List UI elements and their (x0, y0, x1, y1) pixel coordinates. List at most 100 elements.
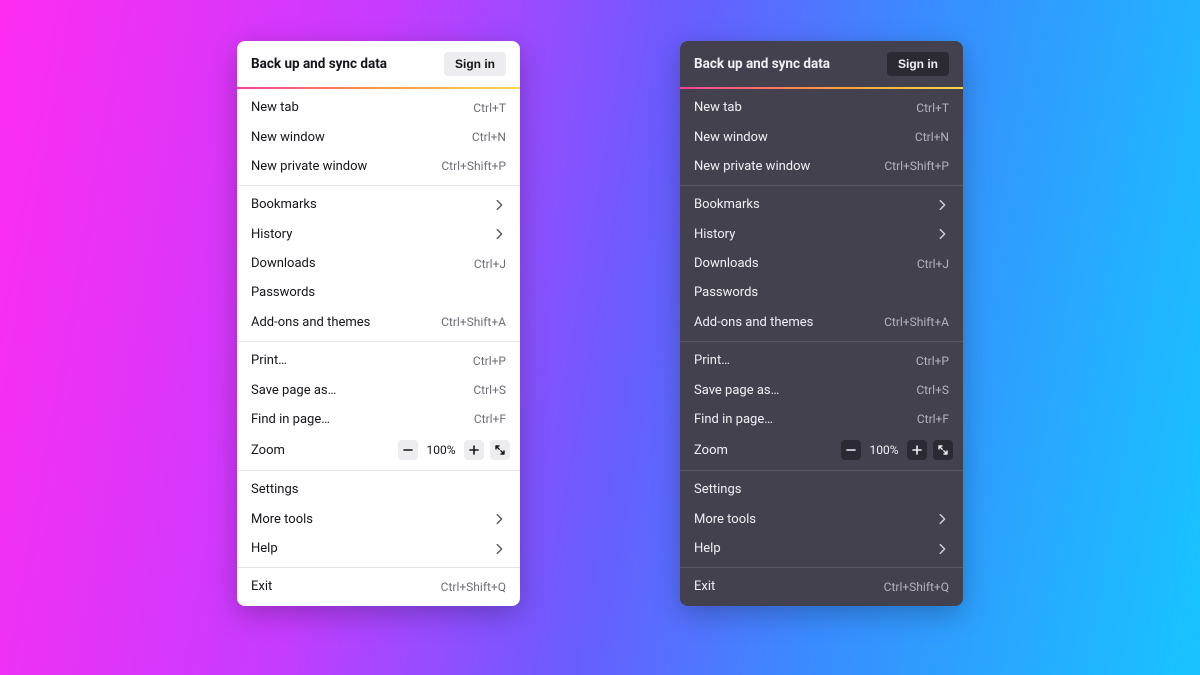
section-exit: Exit Ctrl+Shift+Q (680, 568, 963, 605)
save-page-as-item[interactable]: Save page as… Ctrl+S (237, 375, 520, 404)
chevron-right-icon (935, 542, 949, 556)
app-menu-dark: Back up and sync data Sign in New tab Ct… (680, 41, 963, 606)
item-label: Find in page… (251, 412, 330, 427)
zoom-out-button[interactable] (841, 440, 861, 460)
section-new: New tab Ctrl+T New window Ctrl+N New pri… (680, 89, 963, 185)
section-exit: Exit Ctrl+Shift+Q (237, 568, 520, 605)
item-label: Passwords (694, 285, 758, 300)
item-label: Settings (251, 482, 298, 497)
item-label: More tools (694, 512, 756, 527)
sign-in-button[interactable]: Sign in (887, 52, 949, 76)
new-window-item[interactable]: New window Ctrl+N (237, 122, 520, 151)
menu-header: Back up and sync data Sign in (237, 41, 520, 87)
item-label: Add-ons and themes (694, 315, 813, 330)
new-tab-item[interactable]: New tab Ctrl+T (237, 93, 520, 122)
section-library: Bookmarks History Downloads Ctrl+J Passw… (237, 186, 520, 341)
more-tools-item[interactable]: More tools (680, 505, 963, 534)
item-shortcut: Ctrl+T (473, 101, 506, 115)
history-item[interactable]: History (680, 220, 963, 249)
item-label: Help (251, 541, 278, 556)
zoom-in-button[interactable] (464, 440, 484, 460)
exit-item[interactable]: Exit Ctrl+Shift+Q (680, 572, 963, 601)
sign-in-button[interactable]: Sign in (444, 52, 506, 76)
item-label: New tab (694, 100, 742, 115)
app-menu-light: Back up and sync data Sign in New tab Ct… (237, 41, 520, 606)
bookmarks-item[interactable]: Bookmarks (680, 190, 963, 219)
chevron-right-icon (492, 227, 506, 241)
addons-item[interactable]: Add-ons and themes Ctrl+Shift+A (237, 308, 520, 337)
help-item[interactable]: Help (680, 534, 963, 563)
chevron-right-icon (935, 512, 949, 526)
item-label: Add-ons and themes (251, 315, 370, 330)
bookmarks-item[interactable]: Bookmarks (237, 190, 520, 219)
downloads-item[interactable]: Downloads Ctrl+J (237, 249, 520, 278)
print-item[interactable]: Print… Ctrl+P (237, 346, 520, 375)
item-shortcut: Ctrl+T (916, 101, 949, 115)
sync-title: Back up and sync data (694, 56, 830, 72)
item-label: New private window (251, 159, 367, 174)
settings-item[interactable]: Settings (237, 475, 520, 504)
item-label: More tools (251, 512, 313, 527)
passwords-item[interactable]: Passwords (237, 278, 520, 307)
help-item[interactable]: Help (237, 534, 520, 563)
fullscreen-button[interactable] (933, 440, 953, 460)
item-shortcut: Ctrl+Shift+A (884, 315, 949, 329)
item-shortcut: Ctrl+Shift+A (441, 315, 506, 329)
item-label: Passwords (251, 285, 315, 300)
item-label: New window (694, 130, 768, 145)
item-shortcut: Ctrl+P (473, 354, 506, 368)
settings-item[interactable]: Settings (680, 475, 963, 504)
item-shortcut: Ctrl+P (916, 354, 949, 368)
find-in-page-item[interactable]: Find in page… Ctrl+F (237, 405, 520, 434)
new-tab-item[interactable]: New tab Ctrl+T (680, 93, 963, 122)
history-item[interactable]: History (237, 220, 520, 249)
item-shortcut: Ctrl+N (915, 130, 949, 144)
exit-item[interactable]: Exit Ctrl+Shift+Q (237, 572, 520, 601)
item-label: History (694, 227, 735, 242)
addons-item[interactable]: Add-ons and themes Ctrl+Shift+A (680, 308, 963, 337)
section-page: Print… Ctrl+P Save page as… Ctrl+S Find … (680, 342, 963, 470)
new-window-item[interactable]: New window Ctrl+N (680, 122, 963, 151)
passwords-item[interactable]: Passwords (680, 278, 963, 307)
chevron-right-icon (492, 198, 506, 212)
item-shortcut: Ctrl+F (917, 412, 949, 426)
item-label: New tab (251, 100, 299, 115)
section-settings: Settings More tools Help (237, 471, 520, 567)
zoom-value: 100% (867, 443, 901, 457)
item-label: Downloads (694, 256, 759, 271)
item-label: Exit (251, 579, 272, 594)
wallpaper: Back up and sync data Sign in New tab Ct… (0, 0, 1200, 675)
item-label: Help (694, 541, 721, 556)
item-shortcut: Ctrl+N (472, 130, 506, 144)
print-item[interactable]: Print… Ctrl+P (680, 346, 963, 375)
item-shortcut: Ctrl+J (917, 257, 949, 271)
new-private-window-item[interactable]: New private window Ctrl+Shift+P (237, 152, 520, 181)
item-label: Bookmarks (694, 197, 760, 212)
save-page-as-item[interactable]: Save page as… Ctrl+S (680, 375, 963, 404)
more-tools-item[interactable]: More tools (237, 505, 520, 534)
downloads-item[interactable]: Downloads Ctrl+J (680, 249, 963, 278)
item-label: New window (251, 130, 325, 145)
item-label: Save page as… (251, 383, 336, 398)
zoom-value: 100% (424, 443, 458, 457)
zoom-in-button[interactable] (907, 440, 927, 460)
section-new: New tab Ctrl+T New window Ctrl+N New pri… (237, 89, 520, 185)
item-label: Downloads (251, 256, 316, 271)
chevron-right-icon (935, 227, 949, 241)
chevron-right-icon (935, 198, 949, 212)
item-shortcut: Ctrl+F (474, 412, 506, 426)
item-label: Settings (694, 482, 741, 497)
item-shortcut: Ctrl+S (473, 383, 506, 397)
zoom-controls: 100% (841, 440, 953, 460)
item-shortcut: Ctrl+Shift+P (884, 159, 949, 173)
zoom-out-button[interactable] (398, 440, 418, 460)
section-page: Print… Ctrl+P Save page as… Ctrl+S Find … (237, 342, 520, 470)
item-label: Print… (694, 353, 730, 368)
zoom-item: Zoom 100% (237, 434, 520, 466)
item-label: New private window (694, 159, 810, 174)
find-in-page-item[interactable]: Find in page… Ctrl+F (680, 405, 963, 434)
new-private-window-item[interactable]: New private window Ctrl+Shift+P (680, 152, 963, 181)
fullscreen-button[interactable] (490, 440, 510, 460)
item-label: Zoom (251, 443, 285, 458)
chevron-right-icon (492, 542, 506, 556)
